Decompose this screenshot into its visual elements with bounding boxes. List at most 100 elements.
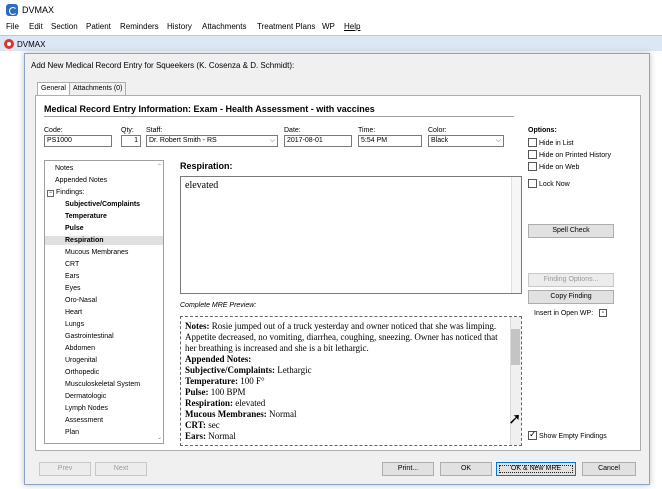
checkbox-box[interactable] <box>528 162 537 171</box>
cancel-button[interactable]: Cancel <box>582 462 636 476</box>
tree-item-orthopedic[interactable]: Orthopedic <box>65 369 99 376</box>
dvmax-app-icon <box>6 4 18 16</box>
editor-value: elevated <box>185 180 219 191</box>
inner-app-bar: DVMAX <box>0 35 662 51</box>
tree-item-heart[interactable]: Heart <box>65 309 82 316</box>
menu-wp[interactable]: WP <box>322 22 335 31</box>
date-input[interactable]: 2017-08-01 <box>284 135 352 147</box>
menu-help[interactable]: Help <box>344 22 360 31</box>
menu-treatment-plans[interactable]: Treatment Plans <box>257 22 315 31</box>
preview-notes: Notes: Rosie jumped out of a truck yeste… <box>185 321 507 354</box>
hide-on-web-checkbox[interactable]: Hide on Web <box>528 162 579 171</box>
finding-options-button[interactable]: Finding Options... <box>528 273 614 287</box>
code-input[interactable]: PS1000 <box>44 135 112 147</box>
preview-line-label: Temperature: <box>185 376 238 386</box>
section-heading: Medical Record Entry Information: Exam -… <box>44 104 375 114</box>
dvmax-logo-icon <box>4 39 14 49</box>
dialog-header: Add New Medical Record Entry for Squeeke… <box>25 54 649 76</box>
staff-label: Staff: <box>146 127 163 134</box>
ok-and-new-mre-button[interactable]: OK & New MRE <box>496 462 576 476</box>
general-tab-panel: Medical Record Entry Information: Exam -… <box>35 95 641 451</box>
tree-item-respiration[interactable]: Respiration <box>45 236 163 245</box>
preview-line-value: elevated <box>233 398 266 408</box>
preview-line: Respiration: elevated <box>185 398 507 409</box>
inner-app-title: DVMAX <box>17 40 46 49</box>
tree-item-lungs[interactable]: Lungs <box>65 321 84 328</box>
preview-line: Temperature: 100 F° <box>185 376 507 387</box>
preview-line-label: CRT: <box>185 420 207 430</box>
background-area <box>0 51 24 489</box>
checkbox-box[interactable] <box>528 138 537 147</box>
preview-line-value: 100 F° <box>238 376 265 386</box>
tree-item-dermatologic[interactable]: Dermatologic <box>65 393 106 400</box>
scroll-down-icon[interactable]: ⌄ <box>157 434 162 441</box>
tree-item-findings[interactable]: − Findings: <box>47 189 84 197</box>
hide-on-printed-history-checkbox[interactable]: Hide on Printed History <box>528 150 611 159</box>
editor-scrollbar[interactable] <box>511 177 521 293</box>
tree-item-urogenital[interactable]: Urogenital <box>65 357 97 364</box>
tree-item-gastrointestinal[interactable]: Gastrointestinal <box>65 333 114 340</box>
tree-item-pulse[interactable]: Pulse <box>65 225 84 232</box>
preview-line-value: sec <box>206 420 220 430</box>
ok-button[interactable]: OK <box>440 462 492 476</box>
tree-item-lymph-nodes[interactable]: Lymph Nodes <box>65 405 108 412</box>
lock-now-checkbox[interactable]: Lock Now <box>528 179 570 188</box>
tree-item-abdomen[interactable]: Abdomen <box>65 345 95 352</box>
tree-item-plan[interactable]: Plan <box>65 429 79 436</box>
menu-edit[interactable]: Edit <box>29 22 43 31</box>
time-input[interactable]: 5:54 PM <box>358 135 422 147</box>
checkbox-box[interactable] <box>528 150 537 159</box>
tree-item-musculoskeletal[interactable]: Musculoskeletal System <box>65 381 140 388</box>
tree-item-temperature[interactable]: Temperature <box>65 213 107 220</box>
show-empty-findings-checkbox[interactable]: Show Empty Findings <box>528 429 607 440</box>
tree-item-notes[interactable]: Notes <box>55 165 73 172</box>
checkbox-box[interactable] <box>528 429 537 440</box>
preview-line-value: Normal <box>206 431 236 441</box>
menu-reminders[interactable]: Reminders <box>120 22 159 31</box>
tree-item-subjective[interactable]: Subjective/Complaints <box>65 201 140 208</box>
tree-item-ears[interactable]: Ears <box>65 273 79 280</box>
window-title: DVMAX <box>22 5 55 15</box>
menu-patient[interactable]: Patient <box>86 22 111 31</box>
preview-notes-text: Rosie jumped out of a truck yesterday an… <box>185 321 498 353</box>
preview-line-label: Respiration: <box>185 398 233 408</box>
preview-line-label: Mucous Membranes: <box>185 409 267 419</box>
tree-item-crt[interactable]: CRT <box>65 261 79 268</box>
tree-item-mucous-membranes[interactable]: Mucous Membranes <box>65 249 128 256</box>
hide-in-list-checkbox[interactable]: Hide in List <box>528 138 574 147</box>
menu-attachments[interactable]: Attachments <box>202 22 246 31</box>
tree-item-assessment[interactable]: Assessment <box>65 417 103 424</box>
scroll-up-icon[interactable]: ⌃ <box>157 163 162 170</box>
checkbox-label: Lock Now <box>539 181 570 188</box>
prev-button[interactable]: Prev <box>39 462 91 476</box>
editor-label: Respiration: <box>180 161 233 171</box>
copy-finding-button[interactable]: Copy Finding <box>528 290 614 304</box>
insert-wp-icon[interactable]: ▫ <box>599 309 607 317</box>
checkbox-label: Hide on Web <box>539 164 580 171</box>
print-button[interactable]: Print... <box>382 462 434 476</box>
tree-item-eyes[interactable]: Eyes <box>65 285 81 292</box>
menu-section[interactable]: Section <box>51 22 78 31</box>
checkbox-box[interactable] <box>528 179 537 188</box>
preview-line: Ears: Normal <box>185 431 507 442</box>
color-select[interactable]: Black ⌵ <box>428 135 504 147</box>
menu-history[interactable]: History <box>167 22 192 31</box>
staff-select[interactable]: Dr. Robert Smith - RS ⌵ <box>146 135 278 147</box>
tree-item-appended-notes[interactable]: Appended Notes <box>55 177 107 184</box>
qty-label: Qty: <box>121 127 134 134</box>
findings-tree[interactable]: Notes Appended Notes − Findings: Subjecti… <box>44 160 164 444</box>
preview-line: CRT: sec <box>185 420 507 431</box>
menu-file[interactable]: File <box>6 22 19 31</box>
tab-general[interactable]: General <box>37 82 70 96</box>
tab-attachments[interactable]: Attachments (0) <box>69 82 127 95</box>
window-titlebar: DVMAX <box>0 0 662 20</box>
preview-scroll-thumb[interactable] <box>511 329 520 365</box>
date-label: Date: <box>284 127 301 134</box>
collapse-icon[interactable]: − <box>47 190 54 197</box>
finding-text-editor[interactable]: elevated <box>180 176 522 294</box>
qty-input[interactable]: 1 <box>121 135 141 147</box>
next-button[interactable]: Next <box>95 462 147 476</box>
mouse-pointer-icon: ➚ <box>508 411 522 428</box>
spell-check-button[interactable]: Spell Check <box>528 224 614 238</box>
tree-item-oro-nasal[interactable]: Oro-Nasal <box>65 297 97 304</box>
